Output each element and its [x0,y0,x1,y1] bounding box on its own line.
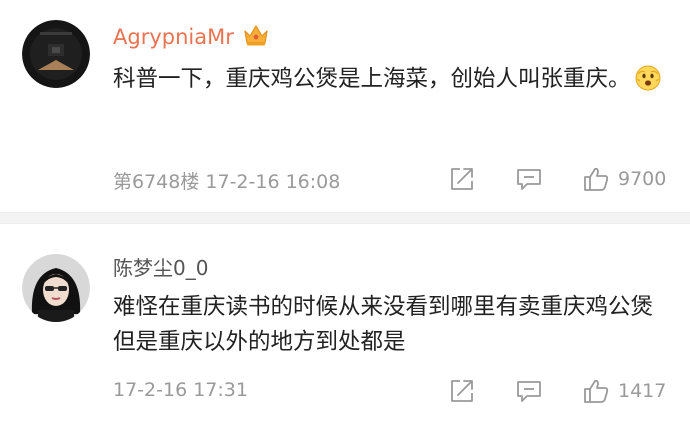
avatar[interactable] [22,254,90,322]
scared-face-emoji [635,65,661,91]
comment-text-content: 难怪在重庆读书的时候从来没看到哪里有卖重庆鸡公煲 但是重庆以外的地方到处都是 [113,294,654,355]
comment-meta: 17-2-16 17:31 [113,379,248,401]
like-icon [582,166,610,192]
share-icon [449,166,475,192]
comment-divider [0,212,690,224]
like-count: 9700 [618,168,667,190]
comment-icon [515,166,543,192]
crown-icon [243,22,269,48]
share-icon [449,378,475,404]
comment-item: 陈梦尘0_0 难怪在重庆读书的时候从来没看到哪里有卖重庆鸡公煲 但是重庆以外的地… [0,224,690,421]
comment-button[interactable] [515,378,543,404]
comment-meta: 第6748楼 17-2-16 16:08 [113,171,341,193]
share-button[interactable] [449,378,475,404]
share-button[interactable] [449,166,475,192]
comment-item: AgrypniaMr 科普一下，重庆鸡公煲是上海菜，创始人叫张重庆。 第6748… [0,0,690,212]
comment-text: 科普一下，重庆鸡公煲是上海菜，创始人叫张重庆。 [113,62,673,97]
like-button[interactable]: 1417 [582,378,666,404]
avatar[interactable] [22,20,90,88]
comment-icon [515,378,543,404]
comment-text-content: 科普一下，重庆鸡公煲是上海菜，创始人叫张重庆。 [113,66,631,92]
username[interactable]: AgrypniaMr [113,24,234,50]
comment-text: 难怪在重庆读书的时候从来没看到哪里有卖重庆鸡公煲 但是重庆以外的地方到处都是 [113,290,673,360]
like-icon [582,378,610,404]
like-count: 1417 [618,380,667,402]
username[interactable]: 陈梦尘0_0 [113,255,208,281]
comment-button[interactable] [515,166,543,192]
like-button[interactable]: 9700 [582,166,666,192]
